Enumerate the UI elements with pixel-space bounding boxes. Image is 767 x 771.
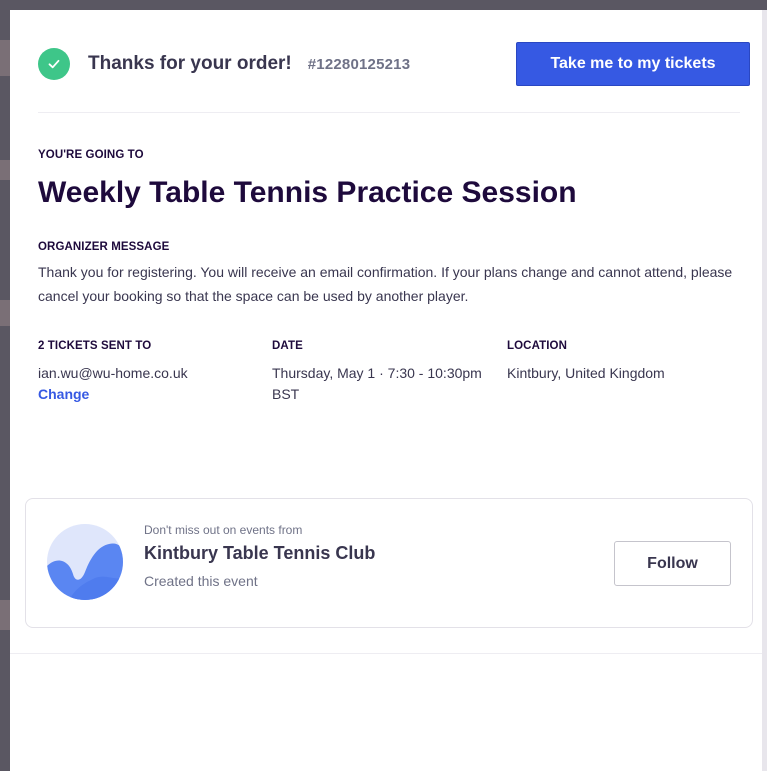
organizer-logo-glyph bbox=[47, 543, 123, 600]
event-location: Kintbury, United Kingdom bbox=[507, 365, 665, 381]
order-number: #12280125213 bbox=[307, 55, 411, 73]
ticket-email: ian.wu@wu-home.co.uk bbox=[38, 365, 188, 381]
background-peek bbox=[0, 160, 10, 180]
header-divider bbox=[38, 112, 740, 113]
change-email-link[interactable]: Change bbox=[38, 384, 89, 405]
organizer-message-label: ORGANIZER MESSAGE bbox=[38, 241, 170, 253]
follow-button[interactable]: Follow bbox=[614, 541, 731, 586]
event-date: Thursday, May 1 · 7:30 - 10:30pm BST bbox=[272, 365, 482, 402]
thanks-heading: Thanks for your order! bbox=[88, 53, 292, 74]
date-section: DATE Thursday, May 1 · 7:30 - 10:30pm BS… bbox=[272, 336, 497, 405]
date-label: DATE bbox=[272, 340, 303, 352]
organizer-card: Don't miss out on events from Kintbury T… bbox=[25, 498, 753, 628]
going-to-label: YOU'RE GOING TO bbox=[38, 149, 144, 161]
background-peek bbox=[0, 300, 10, 326]
event-title: Weekly Table Tennis Practice Session bbox=[38, 176, 577, 209]
check-icon bbox=[38, 48, 70, 80]
location-label: LOCATION bbox=[507, 340, 567, 352]
location-section: LOCATION Kintbury, United Kingdom bbox=[507, 336, 737, 384]
background-peek bbox=[0, 600, 10, 630]
background-frame-top bbox=[0, 0, 767, 10]
organizer-name: Kintbury Table Tennis Club bbox=[144, 543, 376, 563]
organizer-message-text: Thank you for registering. You will rece… bbox=[38, 264, 733, 304]
background-peek bbox=[0, 40, 10, 76]
background-frame-right bbox=[762, 10, 767, 771]
background-frame-left bbox=[0, 0, 10, 771]
confirmation-header: Thanks for your order! #12280125213 Take… bbox=[38, 40, 750, 88]
order-confirmation-modal: Thanks for your order! #12280125213 Take… bbox=[10, 10, 762, 771]
organizer-subtitle: Created this event bbox=[144, 573, 258, 589]
tickets-sent-section: 2 TICKETS SENT TO ian.wu@wu-home.co.uk C… bbox=[38, 336, 258, 405]
organizer-logo-icon bbox=[47, 524, 123, 600]
tickets-sent-label: 2 TICKETS SENT TO bbox=[38, 340, 152, 352]
take-me-to-tickets-button[interactable]: Take me to my tickets bbox=[516, 42, 750, 86]
check-icon-glyph bbox=[48, 59, 60, 69]
footer-divider bbox=[10, 653, 762, 654]
dont-miss-text: Don't miss out on events from bbox=[144, 523, 303, 537]
